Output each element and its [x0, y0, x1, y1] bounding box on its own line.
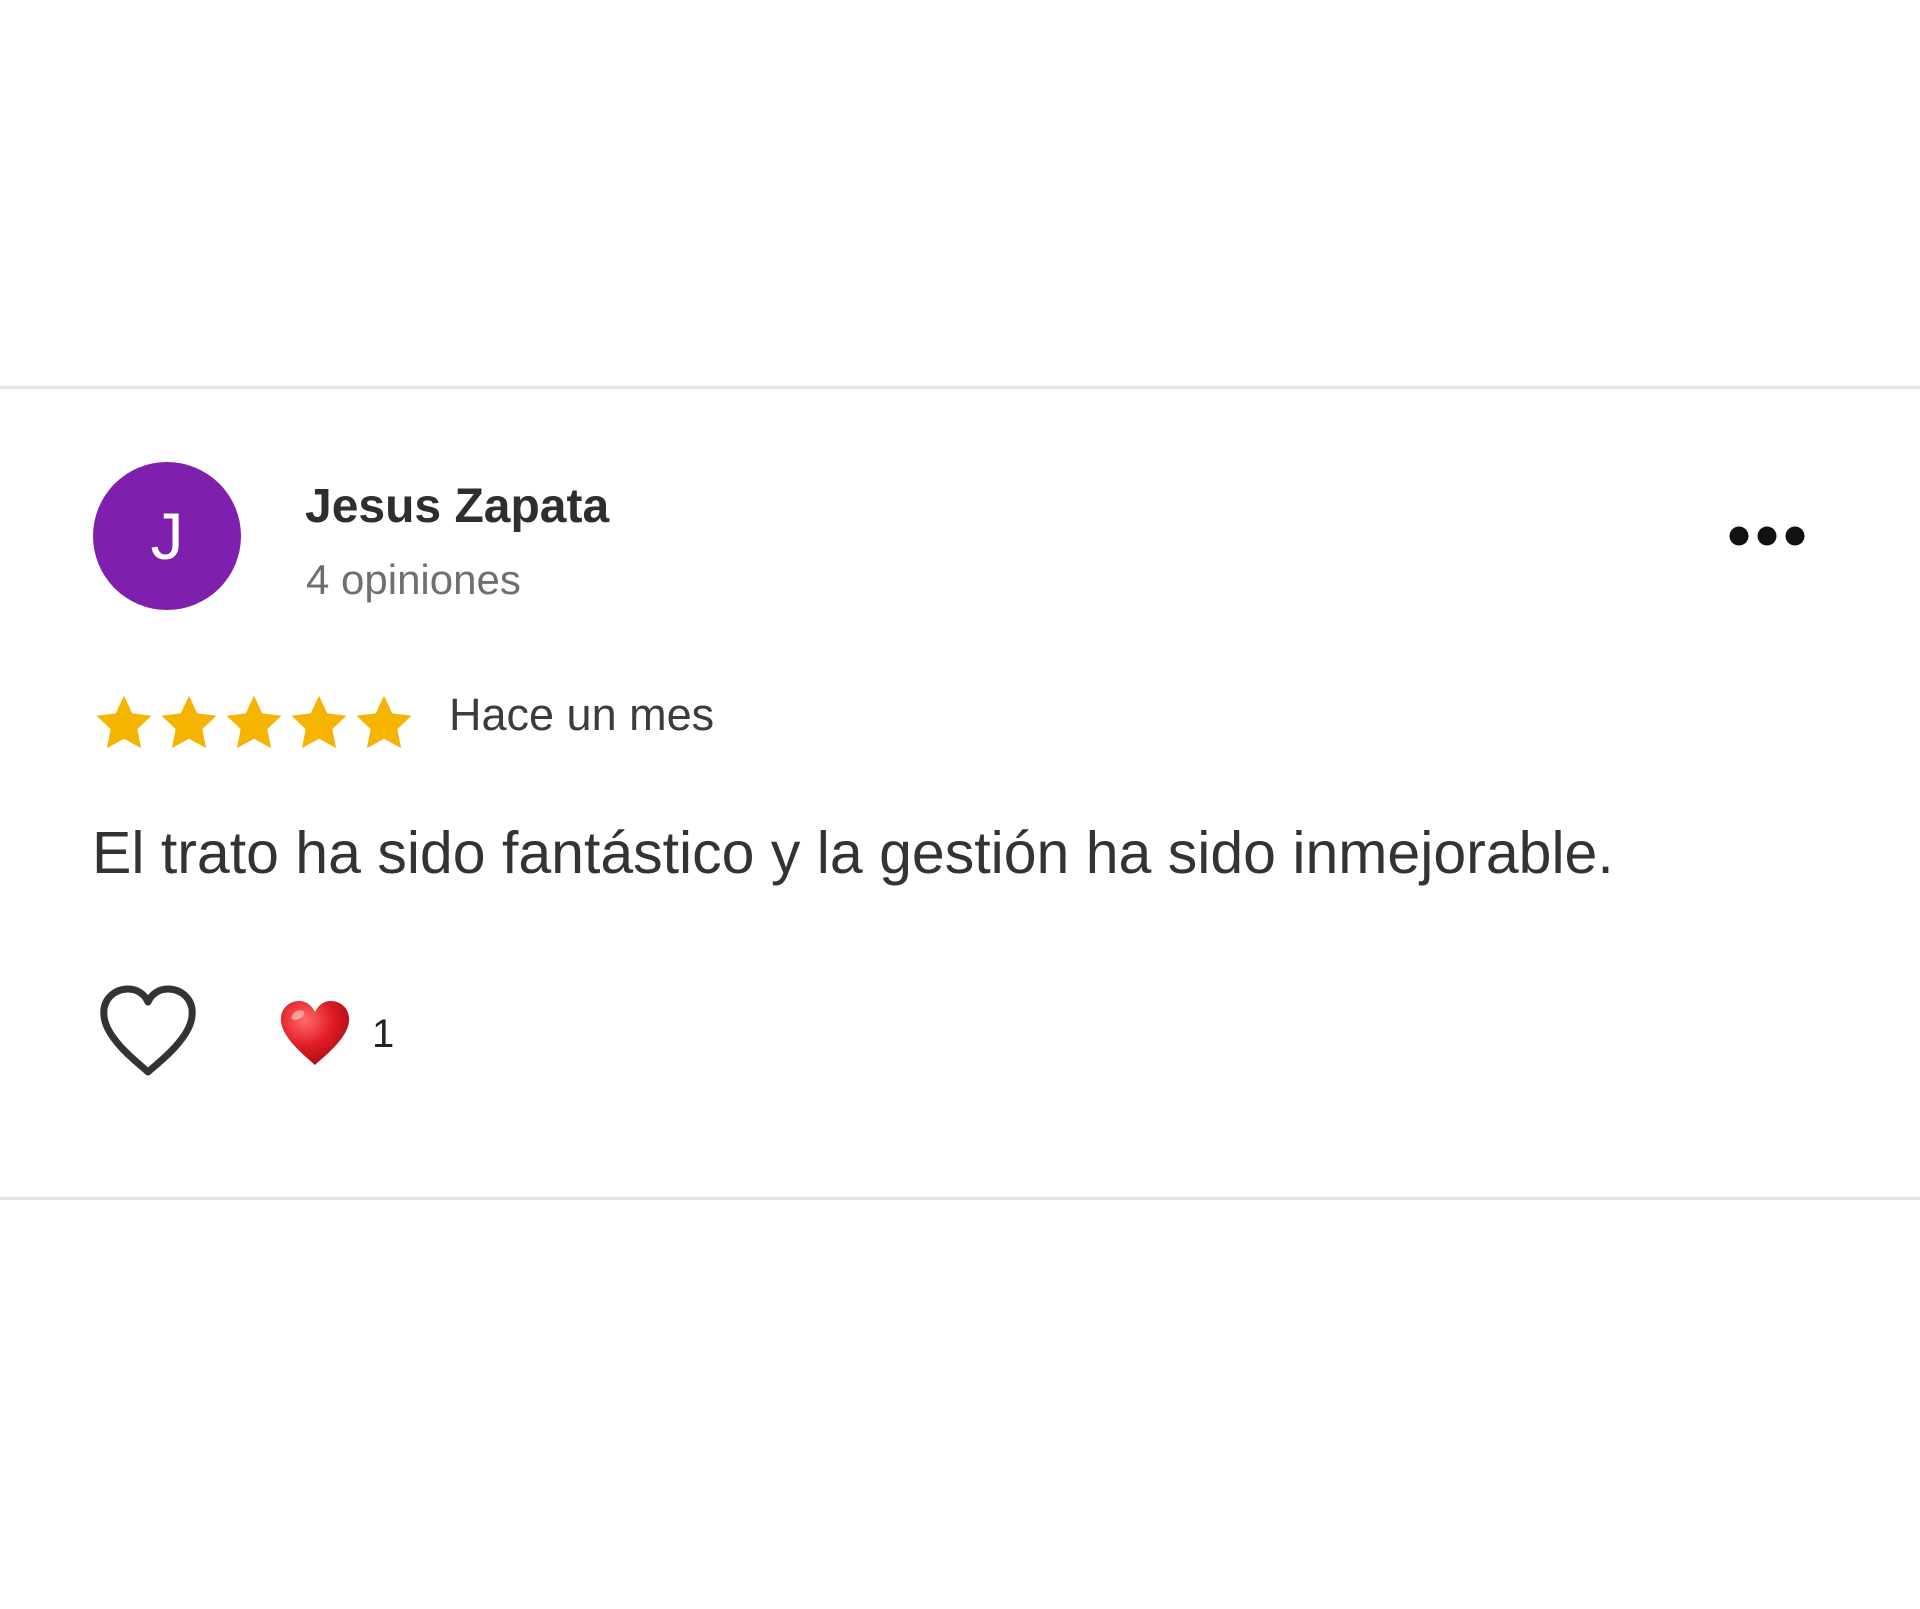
review-text: El trato ha sido fantástico y la gestión… [92, 820, 1614, 886]
red-heart-icon [280, 1001, 350, 1065]
more-options-button[interactable] [1722, 511, 1812, 561]
review-card: J Jesus Zapata 4 opiniones Hace un mes E… [0, 389, 1920, 1197]
avatar[interactable]: J [93, 462, 241, 610]
like-button[interactable] [96, 984, 200, 1080]
reviewer-name[interactable]: Jesus Zapata [305, 480, 609, 534]
heart-outline-icon [100, 985, 196, 1076]
bottom-divider [0, 1197, 1920, 1200]
star-icon [161, 695, 217, 749]
star-rating [92, 691, 416, 755]
reaction-count: 1 [372, 1012, 395, 1056]
reaction-summary[interactable]: 1 [278, 999, 394, 1069]
star-icon [356, 695, 412, 749]
review-count: 4 opiniones [306, 556, 521, 603]
avatar-initial: J [150, 499, 184, 573]
more-options-icon [1729, 526, 1805, 546]
star-icon [226, 695, 282, 749]
star-icon [291, 695, 347, 749]
review-date: Hace un mes [449, 689, 715, 740]
star-icon [96, 695, 152, 749]
